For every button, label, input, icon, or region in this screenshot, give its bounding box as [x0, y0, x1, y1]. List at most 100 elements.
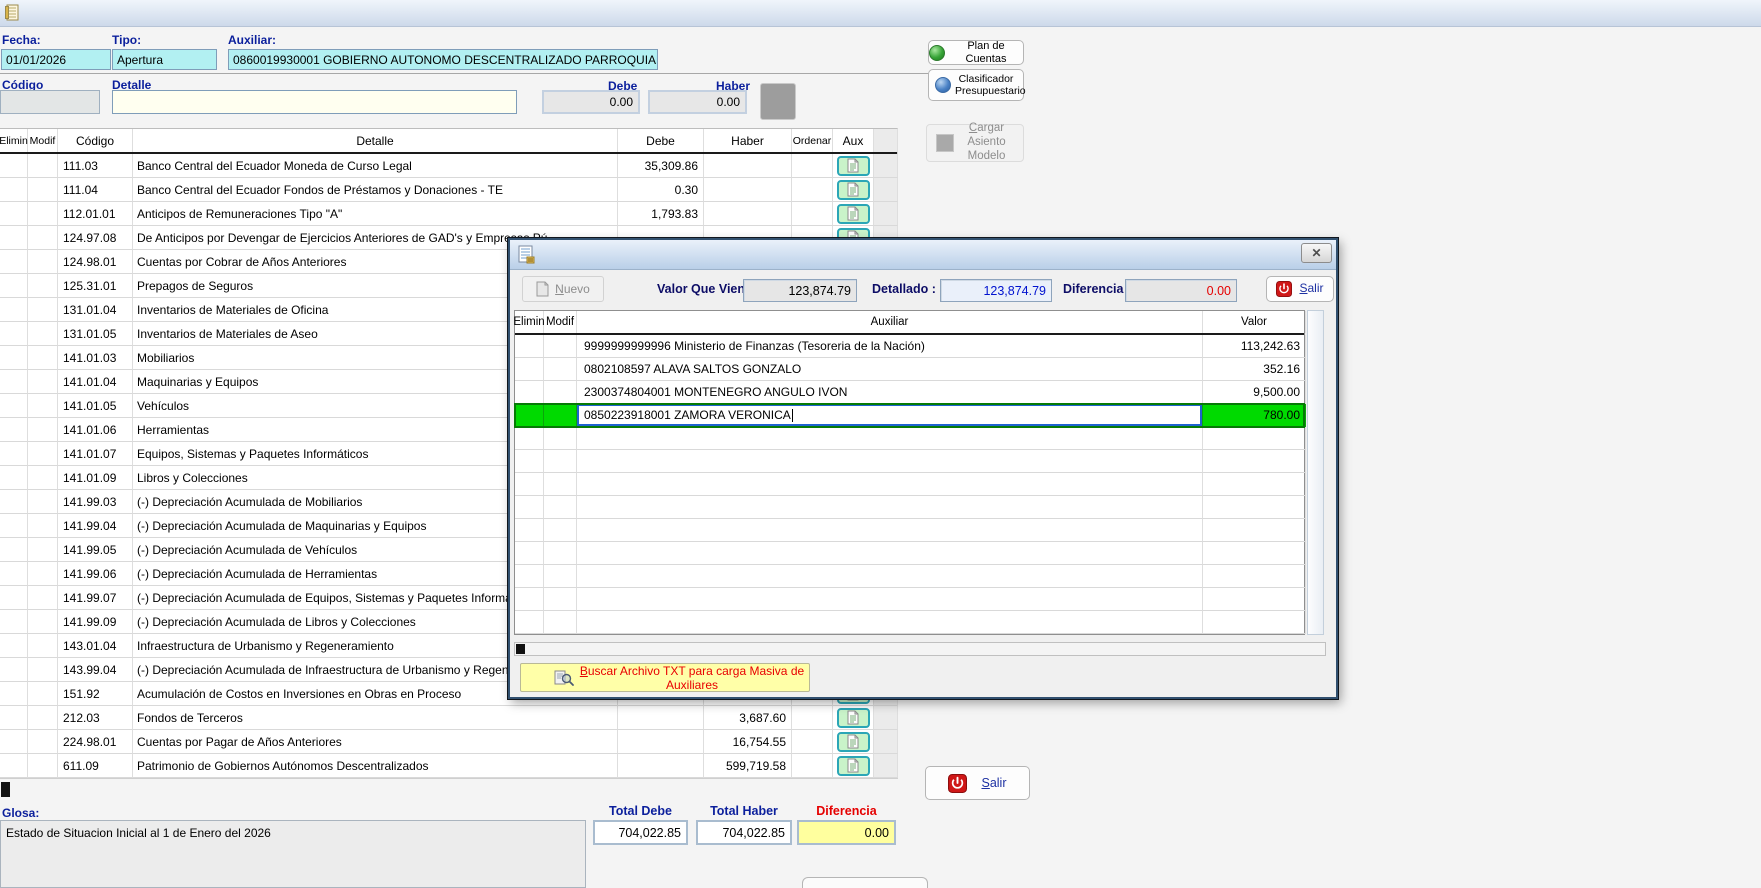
cell-aux	[833, 730, 874, 754]
auxiliar-row-empty[interactable]	[515, 588, 1304, 611]
main-table-hscrollbar[interactable]	[0, 778, 898, 800]
buscar-txt-button[interactable]: Buscar Archivo TXT para carga Masiva de …	[520, 663, 810, 692]
cell-elimin	[515, 473, 544, 496]
cell-codigo: 124.98.01	[58, 250, 133, 274]
auxiliar-row-empty[interactable]	[515, 611, 1304, 634]
cell-elimin	[515, 335, 544, 358]
dialog-close-button[interactable]: ✕	[1301, 243, 1332, 263]
cell-valor: 113,242.63	[1203, 335, 1306, 358]
fecha-field[interactable]: 01/01/2026	[1, 49, 111, 70]
cell-auxiliar	[577, 450, 1203, 473]
clasificador-presupuestario-button[interactable]: Clasificador Presupuestario	[928, 69, 1024, 101]
auxiliar-row-active[interactable]: 0850223918001 ZAMORA VERONICA780.00	[515, 404, 1304, 427]
table-row: 611.09Patrimonio de Gobiernos Autónomos …	[0, 754, 897, 778]
cell-aux	[833, 706, 874, 730]
auxiliar-row[interactable]: 9999999999996 Ministerio de Finanzas (Te…	[515, 335, 1304, 358]
dialog-hscrollbar[interactable]	[514, 642, 1326, 656]
auxiliar-row-empty[interactable]	[515, 565, 1304, 588]
cargar-asiento-modelo-button[interactable]: Cargar Asiento Modelo	[926, 124, 1024, 162]
cell-aux	[833, 178, 874, 202]
cell-modif	[28, 514, 58, 538]
header-ordenar: Ordenar	[792, 129, 833, 152]
cell-modif	[28, 322, 58, 346]
cell-modif	[28, 466, 58, 490]
haber-input[interactable]: 0.00	[648, 90, 747, 114]
salir-dialog-button[interactable]: Salir	[1266, 276, 1334, 302]
aux-button[interactable]	[837, 156, 870, 176]
cell-elimin	[0, 682, 28, 706]
tipo-field[interactable]: Apertura	[112, 49, 217, 70]
auxiliar-label: Auxiliar:	[228, 33, 276, 47]
aux-button[interactable]	[837, 756, 870, 776]
cell-codigo: 131.01.04	[58, 298, 133, 322]
cell-auxiliar	[577, 611, 1203, 634]
cell-elimin	[0, 250, 28, 274]
debe-input[interactable]: 0.00	[542, 90, 640, 114]
cell-valor	[1203, 450, 1306, 473]
partial-bottom-button[interactable]	[802, 877, 928, 888]
aux-button[interactable]	[837, 180, 870, 200]
cell-modif	[28, 154, 58, 178]
cell-ordenar	[792, 178, 833, 202]
cell-elimin	[0, 634, 28, 658]
auxiliar-row-empty[interactable]	[515, 496, 1304, 519]
cell-auxiliar: 9999999999996 Ministerio de Finanzas (Te…	[577, 335, 1203, 358]
gray-square-icon	[936, 134, 954, 152]
nuevo-button[interactable]: Nuevo	[522, 276, 604, 302]
cell-detalle: Cuentas por Pagar de Años Anteriores	[133, 730, 618, 754]
detalle-input[interactable]	[112, 90, 517, 114]
cell-modif	[28, 634, 58, 658]
cell-haber: 599,719.58	[704, 754, 792, 778]
cell-haber	[704, 154, 792, 178]
aux-button[interactable]	[837, 708, 870, 728]
fecha-label: Fecha:	[2, 33, 41, 47]
cell-modif	[28, 418, 58, 442]
cell-auxiliar: 2300374804001 MONTENEGRO ANGULO IVON	[577, 381, 1203, 404]
header-codigo: Código	[58, 129, 133, 152]
add-entry-button[interactable]	[760, 83, 796, 120]
table-row: 111.03Banco Central del Ecuador Moneda d…	[0, 154, 897, 178]
auxiliar-row-empty[interactable]	[515, 450, 1304, 473]
main-hscroll-thumb[interactable]	[1, 782, 10, 797]
cell-modif	[28, 274, 58, 298]
glosa-textarea[interactable]: Estado de Situacion Inicial al 1 de Ener…	[0, 820, 586, 888]
dialog-hscroll-thumb[interactable]	[516, 644, 525, 654]
cell-codigo: 611.09	[58, 754, 133, 778]
green-sphere-icon	[929, 45, 945, 61]
auxiliar-edit-input[interactable]: 0850223918001 ZAMORA VERONICA	[577, 404, 1202, 426]
salir-main-button[interactable]: Salir	[925, 766, 1030, 800]
dialog-titlebar[interactable]: ✕	[510, 240, 1336, 270]
cell-detalle: Patrimonio de Gobiernos Autónomos Descen…	[133, 754, 618, 778]
cell-elimin	[515, 588, 544, 611]
auxiliar-field[interactable]: 0860019930001 GOBIERNO AUTONOMO DESCENTR…	[228, 49, 658, 70]
plan-de-cuentas-button[interactable]: Plan de Cuentas	[928, 40, 1024, 65]
cell-elimin	[0, 490, 28, 514]
search-file-icon	[553, 669, 575, 687]
auxiliar-row-empty[interactable]	[515, 473, 1304, 496]
auxiliar-row-empty[interactable]	[515, 542, 1304, 565]
cell-modif	[28, 730, 58, 754]
auxiliar-row-empty[interactable]	[515, 427, 1304, 450]
header-aux: Aux	[833, 129, 874, 152]
cell-elimin	[515, 450, 544, 473]
cell-valor: 780.00	[1203, 404, 1306, 427]
cell-debe: 35,309.86	[618, 154, 704, 178]
auxiliar-row-empty[interactable]	[515, 519, 1304, 542]
cell-codigo: 141.99.09	[58, 610, 133, 634]
auxiliar-row[interactable]: 0802108597 ALAVA SALTOS GONZALO352.16	[515, 358, 1304, 381]
aux-button[interactable]	[837, 204, 870, 224]
auxiliar-row[interactable]: 2300374804001 MONTENEGRO ANGULO IVON9,50…	[515, 381, 1304, 404]
cell-codigo: 141.01.03	[58, 346, 133, 370]
detallado-label: Detallado :	[872, 282, 936, 296]
header-detalle: Detalle	[133, 129, 618, 152]
cell-auxiliar	[577, 542, 1203, 565]
cell-auxiliar	[577, 496, 1203, 519]
cell-elimin	[0, 298, 28, 322]
aux-button[interactable]	[837, 732, 870, 752]
dialog-vscrollbar[interactable]	[1307, 310, 1324, 635]
cell-elimin	[0, 658, 28, 682]
cell-auxiliar: 0850223918001 ZAMORA VERONICA	[577, 404, 1203, 427]
codigo-input[interactable]	[0, 90, 100, 114]
cell-modif	[544, 404, 577, 427]
total-debe-field: 704,022.85	[593, 820, 688, 845]
